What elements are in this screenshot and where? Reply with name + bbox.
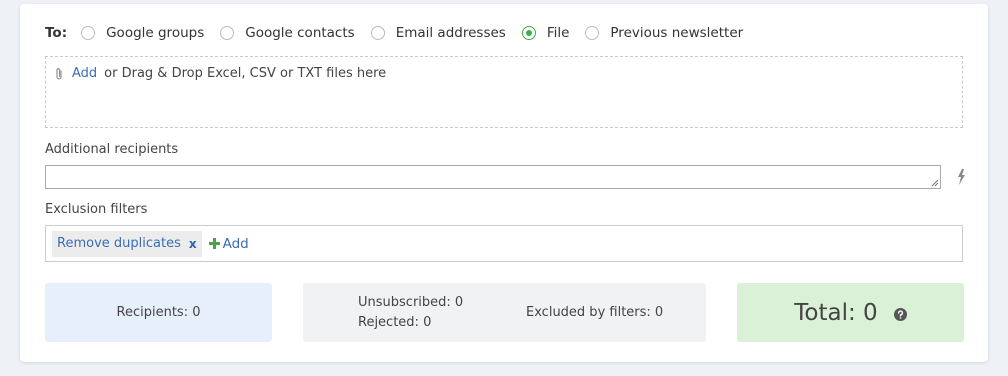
recipients-count: Recipients: 0 <box>116 305 201 320</box>
radio-previous-newsletter[interactable] <box>585 26 600 40</box>
additional-recipients-input[interactable] <box>45 165 941 189</box>
option-file[interactable]: File <box>521 25 570 41</box>
option-label: Google contacts <box>245 25 355 41</box>
filter-tag-label: Remove duplicates <box>57 236 181 251</box>
option-label: Previous newsletter <box>610 25 744 41</box>
add-file-link[interactable]: Add <box>72 66 97 81</box>
radio-email-addresses[interactable] <box>370 26 385 40</box>
radio-file[interactable] <box>521 26 536 40</box>
excluded-count: Excluded by filters: 0 <box>526 305 664 320</box>
remove-filter-button[interactable]: x <box>189 237 197 251</box>
resize-grip-icon[interactable] <box>931 179 939 187</box>
option-google-groups[interactable]: Google groups <box>81 25 204 41</box>
total-count: Total: 0 <box>794 299 878 326</box>
total-summary: Total: 0 <box>737 283 964 342</box>
to-label: To: <box>45 25 68 41</box>
help-icon[interactable] <box>893 307 907 321</box>
add-filter-label: Add <box>222 235 249 252</box>
additional-recipients-label: Additional recipients <box>45 142 179 157</box>
recipient-source-group: To: Google groups Google contacts Email … <box>45 24 759 42</box>
filter-tag-remove-duplicates: Remove duplicates x <box>52 230 202 257</box>
option-google-contacts[interactable]: Google contacts <box>220 25 355 41</box>
add-filter-button[interactable]: Add <box>208 235 249 252</box>
exclusion-filters-label: Exclusion filters <box>45 202 148 217</box>
option-label: Google groups <box>106 25 205 41</box>
paperclip-icon <box>56 67 62 80</box>
file-dropzone[interactable]: Add or Drag & Drop Excel, CSV or TXT fil… <box>45 56 963 128</box>
exclusion-filters-box: Remove duplicates x Add <box>45 225 963 262</box>
option-label: Email addresses <box>395 25 506 41</box>
option-previous-newsletter[interactable]: Previous newsletter <box>585 25 743 41</box>
option-email-addresses[interactable]: Email addresses <box>370 25 506 41</box>
recipients-summary: Recipients: 0 <box>45 283 272 342</box>
radio-google-groups[interactable] <box>81 26 96 40</box>
unsubscribed-count: Unsubscribed: 0 <box>358 295 464 310</box>
bolt-icon[interactable] <box>955 168 967 186</box>
exclusions-summary: Unsubscribed: 0 Rejected: 0 Excluded by … <box>303 283 706 342</box>
dropzone-hint: or Drag & Drop Excel, CSV or TXT files h… <box>104 66 387 81</box>
option-label: File <box>546 25 570 41</box>
plus-icon <box>208 238 220 249</box>
radio-google-contacts[interactable] <box>220 26 235 40</box>
rejected-count: Rejected: 0 <box>358 315 432 330</box>
